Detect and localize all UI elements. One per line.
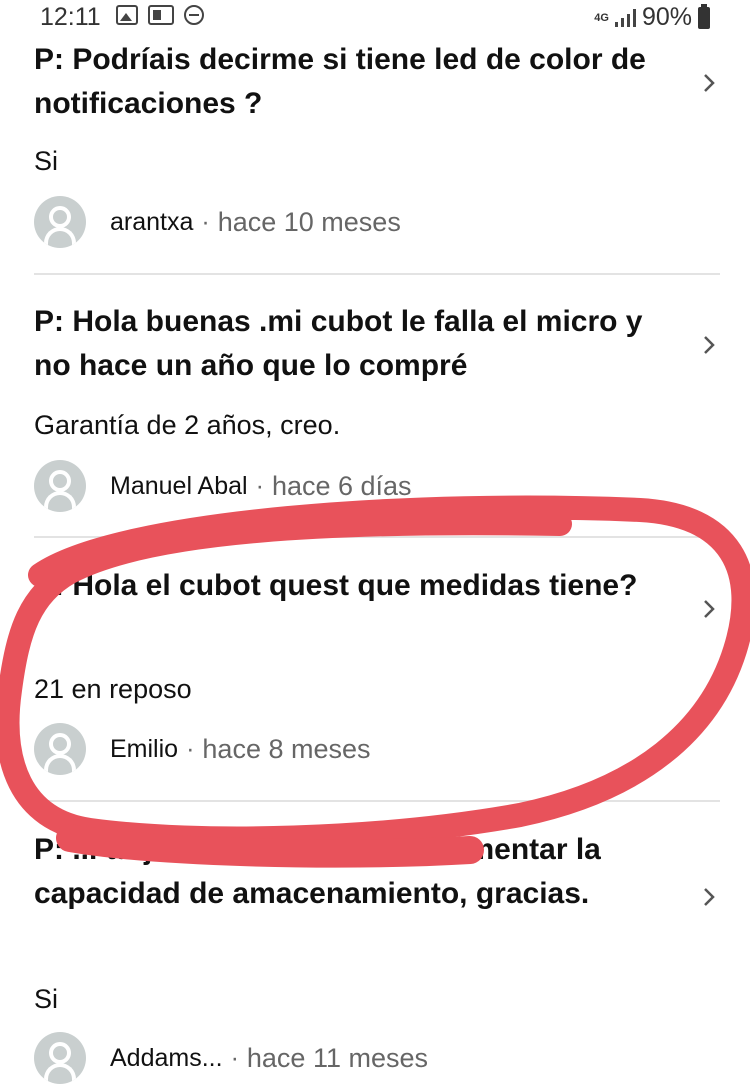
do-not-disturb-icon xyxy=(184,5,204,25)
battery-icon xyxy=(698,3,710,29)
system-icons: 4G 90% xyxy=(594,3,710,32)
answer-text: Si xyxy=(34,146,59,176)
question-text[interactable]: P: ... tarjeta de 128gb? para aumentar l… xyxy=(34,828,674,916)
divider xyxy=(34,536,720,538)
status-bar: 12:11 4G 90% xyxy=(0,0,750,36)
avatar xyxy=(34,723,86,775)
answer-time: hace 10 meses xyxy=(217,206,401,237)
question-text[interactable]: P: Hola buenas .mi cubot le falla el mic… xyxy=(34,300,674,388)
answer-time: hace 8 meses xyxy=(202,733,371,764)
answer-meta: arantxa · hace 10 meses xyxy=(34,196,401,248)
author-name: Addams... xyxy=(110,1043,223,1072)
separator: · xyxy=(186,734,195,763)
chevron-right-icon[interactable] xyxy=(698,334,720,356)
answer-text: Garantía de 2 años, creo. xyxy=(34,410,341,440)
author-name: Manuel Abal xyxy=(110,471,248,500)
battery-level: 90% xyxy=(641,3,692,31)
separator: · xyxy=(255,471,264,500)
divider xyxy=(34,273,720,275)
chevron-right-icon[interactable] xyxy=(698,598,720,620)
answer-meta: Manuel Abal · hace 6 días xyxy=(34,460,412,512)
qa-item[interactable]: P: Podríais decirme si tiene led de colo… xyxy=(34,38,720,268)
question-text[interactable]: P: Podríais decirme si tiene led de colo… xyxy=(34,38,674,126)
author-name: Emilio xyxy=(110,734,179,763)
divider xyxy=(34,800,720,802)
answer-time: hace 6 días xyxy=(271,470,412,501)
answer-meta: Emilio · hace 8 meses xyxy=(34,723,371,775)
qa-item[interactable]: P: ... tarjeta de 128gb? para aumentar l… xyxy=(34,828,720,1091)
notification-icons xyxy=(116,5,204,25)
avatar xyxy=(34,1032,86,1084)
picture-icon xyxy=(116,5,138,25)
qa-item[interactable]: P: Hola buenas .mi cubot le falla el mic… xyxy=(34,300,720,530)
answer-text: 21 en reposo xyxy=(34,674,192,704)
answer-time: hace 11 meses xyxy=(246,1042,428,1073)
avatar xyxy=(34,196,86,248)
question-text[interactable]: P: Hola el cubot quest que medidas tiene… xyxy=(34,564,674,608)
mail-icon xyxy=(148,5,174,25)
signal-icon xyxy=(614,8,636,27)
author-name: arantxa xyxy=(110,207,194,236)
separator: · xyxy=(201,207,210,236)
separator: · xyxy=(230,1043,239,1072)
avatar xyxy=(34,460,86,512)
chevron-right-icon[interactable] xyxy=(698,886,720,908)
answer-text: Si xyxy=(34,984,59,1014)
network-type: 4G xyxy=(594,11,609,24)
answer-meta: Addams... · hace 11 meses xyxy=(34,1032,428,1084)
qa-item[interactable]: P: Hola el cubot quest que medidas tiene… xyxy=(34,564,720,794)
clock: 12:11 xyxy=(40,3,101,31)
chevron-right-icon[interactable] xyxy=(698,72,720,94)
